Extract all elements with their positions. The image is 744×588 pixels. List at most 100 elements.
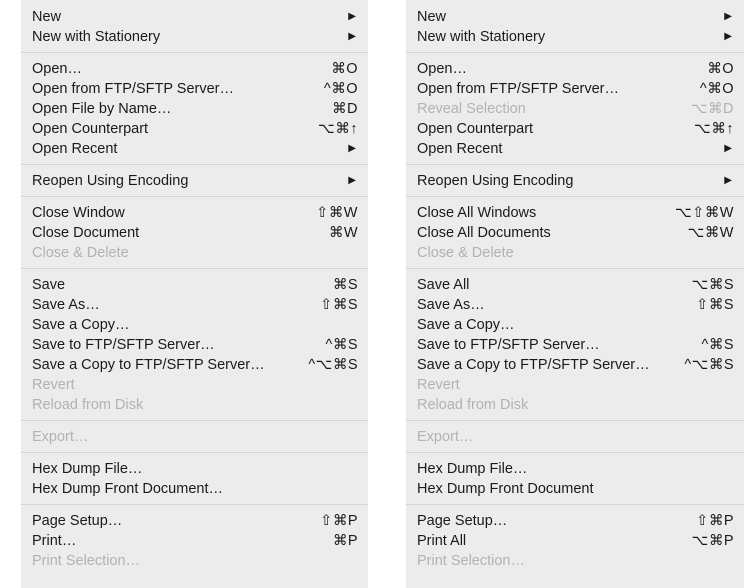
menu-item-label: Hex Dump Front Document bbox=[417, 481, 594, 497]
menu-item-label: Open Recent bbox=[32, 141, 118, 157]
menu-item-shortcut: ^⌥⌘S bbox=[308, 357, 358, 373]
menu-item-label: Close & Delete bbox=[417, 245, 514, 261]
menu-item-save-a-copy-to-ftp-sftp-server[interactable]: Save a Copy to FTP/SFTP Server… ^⌥⌘S bbox=[21, 355, 368, 375]
menu-item-open-from-ftp-sftp-server[interactable]: Open from FTP/SFTP Server… ^⌘O bbox=[21, 79, 368, 99]
menu-item-save-to-ftp-sftp-server[interactable]: Save to FTP/SFTP Server… ^⌘S bbox=[406, 335, 744, 355]
menu-item-open[interactable]: Open… ⌘O bbox=[406, 59, 744, 79]
menu-separator bbox=[21, 47, 368, 59]
menu-item-hex-dump-file[interactable]: Hex Dump File… bbox=[406, 459, 744, 479]
menu-item-shortcut: ⌘P bbox=[332, 533, 358, 549]
menu-item-shortcut: ⌥⌘P bbox=[691, 533, 734, 549]
submenu-arrow-icon: ▶ bbox=[348, 175, 356, 186]
menu-item-new-with-stationery[interactable]: New with Stationery ▶ bbox=[21, 27, 368, 47]
menu-item-label: Close & Delete bbox=[32, 245, 129, 261]
menu-item-reopen-using-encoding[interactable]: Reopen Using Encoding ▶ bbox=[406, 171, 744, 191]
menu-item-open[interactable]: Open… ⌘O bbox=[21, 59, 368, 79]
menu-item-label: Open Recent bbox=[417, 141, 503, 157]
menu-separator bbox=[21, 415, 368, 427]
menu-item-page-setup[interactable]: Page Setup… ⇧⌘P bbox=[406, 511, 744, 531]
menu-item-shortcut: ⌘O bbox=[331, 61, 358, 77]
menu-item-close-all-windows[interactable]: Close All Windows ⌥⇧⌘W bbox=[406, 203, 744, 223]
menu-item-export: Export… bbox=[21, 427, 368, 447]
file-menu-right: New ▶ New with Stationery ▶ Open… ⌘O Open from… bbox=[406, 0, 744, 588]
menu-item-shortcut: ⌥⌘↑ bbox=[694, 121, 734, 137]
menu-item-shortcut: ⌘D bbox=[332, 101, 358, 117]
menu-item-close-document[interactable]: Close Document ⌘W bbox=[21, 223, 368, 243]
menu-item-close-window[interactable]: Close Window ⇧⌘W bbox=[21, 203, 368, 223]
menu-item-label: Open Counterpart bbox=[32, 121, 149, 137]
menu-item-label: Open File by Name… bbox=[32, 101, 172, 117]
menu-item-label: Print All bbox=[417, 533, 467, 549]
menu-item-label: Reopen Using Encoding bbox=[417, 173, 574, 189]
menu-item-shortcut: ⌘S bbox=[332, 277, 358, 293]
menu-item-label: Open from FTP/SFTP Server… bbox=[32, 81, 234, 97]
menu-item-label: Close All Windows bbox=[417, 205, 537, 221]
menu-item-label: Save As… bbox=[417, 297, 485, 313]
menu-item-save-a-copy-to-ftp-sftp-server[interactable]: Save a Copy to FTP/SFTP Server… ^⌥⌘S bbox=[406, 355, 744, 375]
menu-item-label: Export… bbox=[417, 429, 474, 445]
menu-item-print-all[interactable]: Print All ⌥⌘P bbox=[406, 531, 744, 551]
menu-item-page-setup[interactable]: Page Setup… ⇧⌘P bbox=[21, 511, 368, 531]
menu-item-label: Save bbox=[32, 277, 66, 293]
menu-item-reload-from-disk: Reload from Disk bbox=[21, 395, 368, 415]
menu-item-save-a-copy[interactable]: Save a Copy… bbox=[21, 315, 368, 335]
menu-item-export: Export… bbox=[406, 427, 744, 447]
menu-item-shortcut: ⌘O bbox=[707, 61, 734, 77]
menu-item-save-to-ftp-sftp-server[interactable]: Save to FTP/SFTP Server… ^⌘S bbox=[21, 335, 368, 355]
menu-item-print-selection: Print Selection… bbox=[406, 551, 744, 571]
menu-separator bbox=[21, 499, 368, 511]
menu-item-hex-dump-file[interactable]: Hex Dump File… bbox=[21, 459, 368, 479]
menu-item-label: Close Document bbox=[32, 225, 140, 241]
menu-item-hex-dump-front-document[interactable]: Hex Dump Front Document bbox=[406, 479, 744, 499]
menu-item-label: Open… bbox=[32, 61, 82, 77]
menu-item-label: Export… bbox=[32, 429, 89, 445]
menu-item-open-counterpart[interactable]: Open Counterpart ⌥⌘↑ bbox=[21, 119, 368, 139]
menu-item-shortcut: ^⌘O bbox=[699, 81, 734, 97]
menu-item-reopen-using-encoding[interactable]: Reopen Using Encoding ▶ bbox=[21, 171, 368, 191]
menu-item-shortcut: ^⌥⌘S bbox=[684, 357, 734, 373]
menu-item-hex-dump-front-document[interactable]: Hex Dump Front Document… bbox=[21, 479, 368, 499]
menu-item-save-all[interactable]: Save All ⌥⌘S bbox=[406, 275, 744, 295]
menu-item-reload-from-disk: Reload from Disk bbox=[406, 395, 744, 415]
menu-item-label: Reveal Selection bbox=[417, 101, 526, 117]
menu-item-new[interactable]: New ▶ bbox=[406, 7, 744, 27]
menu-separator bbox=[406, 447, 744, 459]
menu-item-label: Print… bbox=[32, 533, 77, 549]
menu-item-close-all-documents[interactable]: Close All Documents ⌥⌘W bbox=[406, 223, 744, 243]
menu-item-open-file-by-name[interactable]: Open File by Name… ⌘D bbox=[21, 99, 368, 119]
menu-item-label: Save to FTP/SFTP Server… bbox=[32, 337, 215, 353]
menu-item-new-with-stationery[interactable]: New with Stationery ▶ bbox=[406, 27, 744, 47]
menu-item-shortcut: ⇧⌘P bbox=[320, 513, 358, 529]
menu-item-label: Save a Copy… bbox=[417, 317, 515, 333]
menu-item-label: Open Counterpart bbox=[417, 121, 534, 137]
menu-item-label: Hex Dump File… bbox=[417, 461, 528, 477]
menu-separator bbox=[21, 263, 368, 275]
menu-item-save-as[interactable]: Save As… ⇧⌘S bbox=[21, 295, 368, 315]
menu-item-shortcut: ⌘W bbox=[328, 225, 358, 241]
menu-separator bbox=[406, 415, 744, 427]
submenu-arrow-icon: ▶ bbox=[724, 143, 732, 154]
menu-item-open-recent[interactable]: Open Recent ▶ bbox=[21, 139, 368, 159]
menu-top-padding bbox=[406, 0, 744, 7]
menu-item-label: Save a Copy… bbox=[32, 317, 130, 333]
menu-item-open-counterpart[interactable]: Open Counterpart ⌥⌘↑ bbox=[406, 119, 744, 139]
menu-separator bbox=[21, 191, 368, 203]
menu-item-label: Page Setup… bbox=[417, 513, 508, 529]
menu-item-save[interactable]: Save ⌘S bbox=[21, 275, 368, 295]
menu-item-save-as[interactable]: Save As… ⇧⌘S bbox=[406, 295, 744, 315]
submenu-arrow-icon: ▶ bbox=[724, 31, 732, 42]
menu-item-save-a-copy[interactable]: Save a Copy… bbox=[406, 315, 744, 335]
menu-item-open-from-ftp-sftp-server[interactable]: Open from FTP/SFTP Server… ^⌘O bbox=[406, 79, 744, 99]
menu-item-open-recent[interactable]: Open Recent ▶ bbox=[406, 139, 744, 159]
menu-item-label: Save a Copy to FTP/SFTP Server… bbox=[32, 357, 265, 373]
menu-item-label: Reload from Disk bbox=[32, 397, 144, 413]
menu-item-print[interactable]: Print… ⌘P bbox=[21, 531, 368, 551]
menu-item-new[interactable]: New ▶ bbox=[21, 7, 368, 27]
menu-item-shortcut: ⌥⌘W bbox=[687, 225, 734, 241]
menu-item-shortcut: ⌥⌘D bbox=[690, 101, 734, 117]
submenu-arrow-icon: ▶ bbox=[348, 31, 356, 42]
menu-item-shortcut: ^⌘S bbox=[701, 337, 734, 353]
menu-item-label: Open… bbox=[417, 61, 467, 77]
menu-item-label: Reopen Using Encoding bbox=[32, 173, 189, 189]
menu-item-label: Close All Documents bbox=[417, 225, 551, 241]
